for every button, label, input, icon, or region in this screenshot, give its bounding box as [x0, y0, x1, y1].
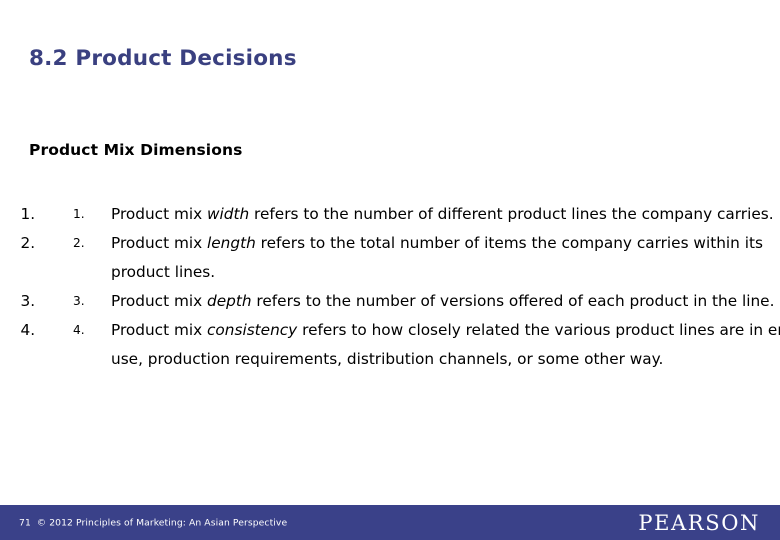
pearson-logo: PEARSON: [638, 510, 760, 535]
list-item: 2. Product mix length refers to the tota…: [40, 229, 780, 287]
footer-credit: 71 © 2012 Principles of Marketing: An Asi…: [19, 517, 287, 528]
slide-canvas: 8.2 Product Decisions Product Mix Dimens…: [0, 0, 780, 540]
slide-footer-bar: 71 © 2012 Principles of Marketing: An Asi…: [0, 505, 780, 540]
page-title: 8.2 Product Decisions: [29, 46, 297, 72]
list-item-text: Product mix consistency refers to how cl…: [111, 321, 780, 368]
section-subtitle: Product Mix Dimensions: [29, 140, 243, 159]
list-item-number: 4.: [73, 323, 85, 337]
emphasis-term: width: [207, 205, 250, 223]
list-item-number: 1.: [73, 207, 85, 221]
product-mix-dimensions-list: 1. Product mix width refers to the numbe…: [0, 200, 780, 374]
emphasis-term: consistency: [207, 321, 298, 339]
emphasis-term: depth: [207, 292, 252, 310]
list-item: 4. Product mix consistency refers to how…: [40, 316, 780, 374]
list-item: 1. Product mix width refers to the numbe…: [40, 200, 780, 229]
list-item: 3. Product mix depth refers to the numbe…: [40, 287, 780, 316]
list-item-text: Product mix width refers to the number o…: [111, 205, 774, 223]
list-item-text: Product mix depth refers to the number o…: [111, 292, 775, 310]
emphasis-term: length: [207, 234, 256, 252]
list-item-number: 3.: [73, 294, 85, 308]
list-item-text: Product mix length refers to the total n…: [111, 234, 763, 281]
footer-page-number: 71: [19, 517, 31, 528]
footer-copyright: © 2012 Principles of Marketing: An Asian…: [36, 517, 288, 528]
list-item-number: 2.: [73, 236, 85, 250]
